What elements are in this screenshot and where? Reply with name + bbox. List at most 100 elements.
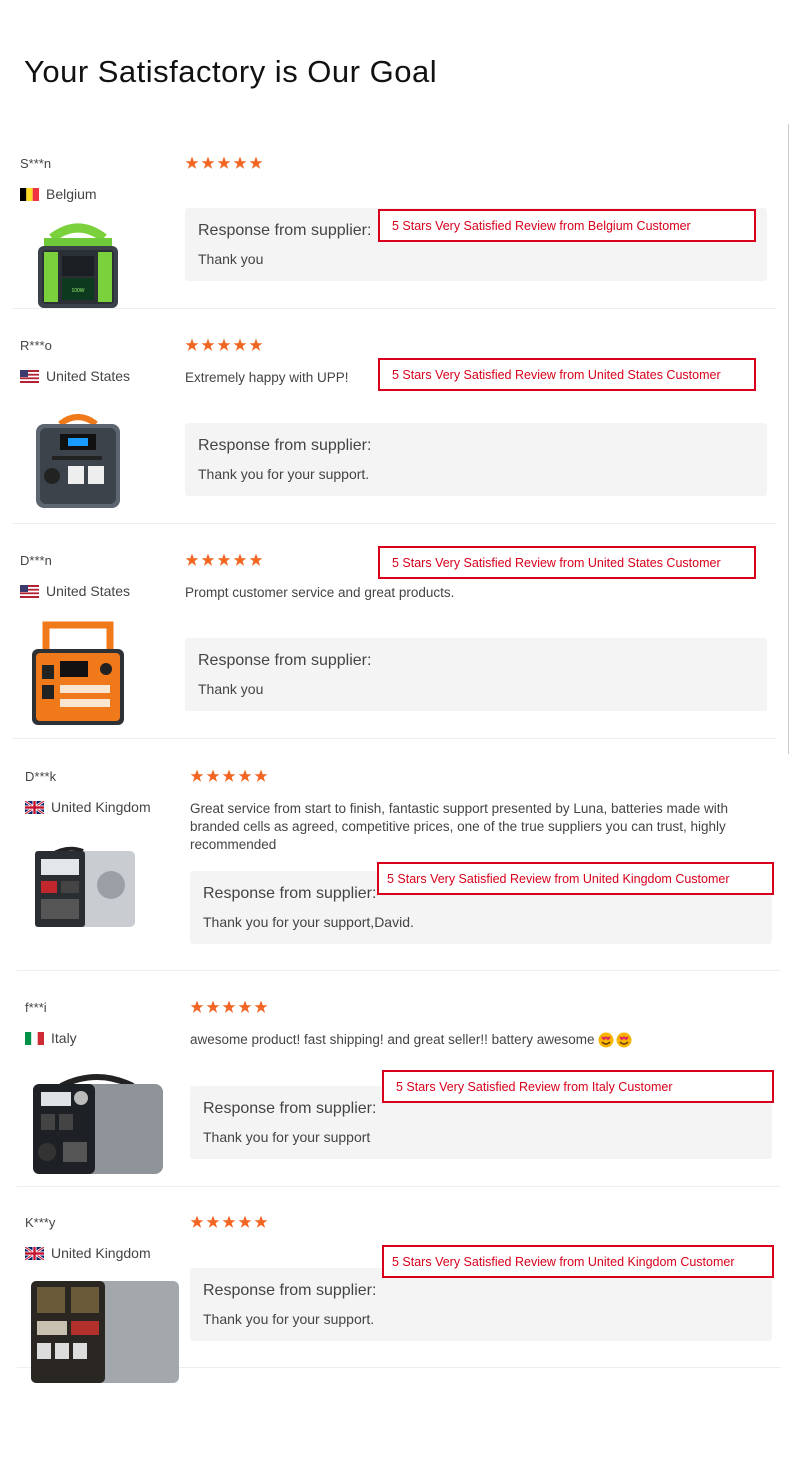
reviewer-country: Belgium: [20, 186, 97, 202]
star-rating: [185, 156, 263, 170]
review-card: K***y United Kingdom Response from suppl…: [17, 1213, 781, 1383]
it-flag-icon: [25, 1031, 44, 1045]
country-name: United States: [46, 368, 131, 384]
response-text: Thank you: [198, 251, 264, 267]
product-image: 100W: [22, 220, 134, 310]
be-flag-icon: [20, 187, 39, 201]
review-callout: 5 Stars Very Satisfied Review from Unite…: [377, 862, 774, 895]
review-comment: Extremely happy with UPP!: [185, 370, 349, 385]
star-icon: [233, 553, 247, 566]
star-icon: [254, 769, 268, 782]
response-title: Response from supplier:: [198, 652, 372, 669]
review-comment: Prompt customer service and great produc…: [185, 585, 455, 600]
reviewer-country: United States: [20, 368, 130, 384]
reviewer-country: United States: [20, 583, 130, 599]
reviewer-name: D***n: [20, 553, 52, 568]
review-card: D***n United States Prompt customer serv…: [12, 546, 776, 739]
reviewer-country: Italy: [25, 1030, 77, 1046]
reviewer-name: K***y: [25, 1215, 56, 1230]
star-icon: [249, 553, 263, 566]
product-image: [27, 1277, 181, 1387]
response-text: Thank you for your support.: [203, 1311, 375, 1327]
response-text: Thank you for your support.: [198, 466, 370, 482]
response-title: Response from supplier:: [198, 437, 372, 454]
response-text: Thank you: [198, 681, 264, 697]
response-title: Response from supplier:: [198, 222, 372, 239]
response-text: Thank you for your support: [203, 1129, 371, 1145]
star-icon: [201, 338, 215, 351]
star-icon: [201, 156, 215, 169]
supplier-response: Response from supplier: Thank you for yo…: [190, 1268, 772, 1341]
product-image: [27, 845, 139, 931]
star-icon: [238, 1000, 252, 1013]
star-icon: [206, 1000, 220, 1013]
supplier-response: Response from supplier: Thank you: [185, 638, 767, 711]
us-flag-icon: [20, 369, 39, 383]
star-icon: [217, 338, 231, 351]
product-image: [22, 410, 134, 510]
star-rating: [190, 769, 268, 783]
star-icon: [201, 553, 215, 566]
reviewer-name: f***i: [25, 1000, 47, 1015]
star-icon: [222, 769, 236, 782]
star-rating: [185, 338, 263, 352]
product-image: [22, 621, 134, 729]
star-icon: [233, 338, 247, 351]
response-title: Response from supplier:: [203, 1100, 377, 1117]
product-image: [27, 1072, 167, 1178]
star-rating: [190, 1215, 268, 1229]
reviewer-name: R***o: [20, 338, 52, 353]
response-title: Response from supplier:: [203, 1282, 377, 1299]
reviewer-country: United Kingdom: [25, 799, 151, 815]
comment-text: awesome product! fast shipping! and grea…: [190, 1032, 595, 1047]
star-icon: [217, 156, 231, 169]
star-icon: [185, 338, 199, 351]
star-icon: [233, 156, 247, 169]
star-icon: [217, 553, 231, 566]
star-icon: [249, 156, 263, 169]
star-icon: [185, 156, 199, 169]
review-card: S***n Belgium 100W Response from supplie…: [12, 154, 776, 309]
country-name: United Kingdom: [51, 799, 151, 815]
review-card: f***i Italy awesome product! fast shippi…: [17, 998, 781, 1187]
svg-text:100W: 100W: [71, 288, 84, 294]
star-icon: [238, 1215, 252, 1228]
star-icon: [222, 1215, 236, 1228]
star-icon: [190, 1215, 204, 1228]
review-callout: 5 Stars Very Satisfied Review from Belgi…: [378, 209, 756, 242]
country-name: Italy: [51, 1030, 77, 1046]
supplier-response: Response from supplier: Thank you for yo…: [185, 423, 767, 496]
review-callout: 5 Stars Very Satisfied Review from Unite…: [378, 358, 756, 391]
star-icon: [190, 769, 204, 782]
country-name: Belgium: [46, 186, 97, 202]
country-name: United Kingdom: [51, 1245, 151, 1261]
star-icon: [185, 553, 199, 566]
reviewer-country: United Kingdom: [25, 1245, 151, 1261]
country-name: United States: [46, 583, 131, 599]
reviewer-name: S***n: [20, 156, 52, 171]
star-icon: [190, 1000, 204, 1013]
star-icon: [238, 769, 252, 782]
uk-flag-icon: [25, 800, 44, 814]
review-comment: Great service from start to finish, fant…: [190, 801, 729, 852]
star-icon: [222, 1000, 236, 1013]
star-icon: [249, 338, 263, 351]
response-title: Response from supplier:: [203, 885, 377, 902]
review-callout: 5 Stars Very Satisfied Review from Unite…: [382, 1245, 774, 1278]
uk-flag-icon: [25, 1246, 44, 1260]
divider: [788, 124, 789, 754]
review-callout: 5 Stars Very Satisfied Review from Italy…: [382, 1070, 774, 1103]
star-icon: [206, 1215, 220, 1228]
star-rating: [190, 1000, 268, 1014]
heart-eyes-emoji-icon: [598, 1032, 632, 1048]
page-title: Your Satisfactory is Our Goal: [24, 54, 438, 89]
review-comment: awesome product! fast shipping! and grea…: [190, 1031, 632, 1049]
star-icon: [254, 1215, 268, 1228]
reviewer-name: D***k: [25, 769, 57, 784]
star-icon: [254, 1000, 268, 1013]
review-card: D***k United Kingdom Great service from …: [17, 767, 781, 971]
star-icon: [206, 769, 220, 782]
us-flag-icon: [20, 584, 39, 598]
star-rating: [185, 553, 263, 567]
response-text: Thank you for your support,David.: [203, 914, 414, 930]
